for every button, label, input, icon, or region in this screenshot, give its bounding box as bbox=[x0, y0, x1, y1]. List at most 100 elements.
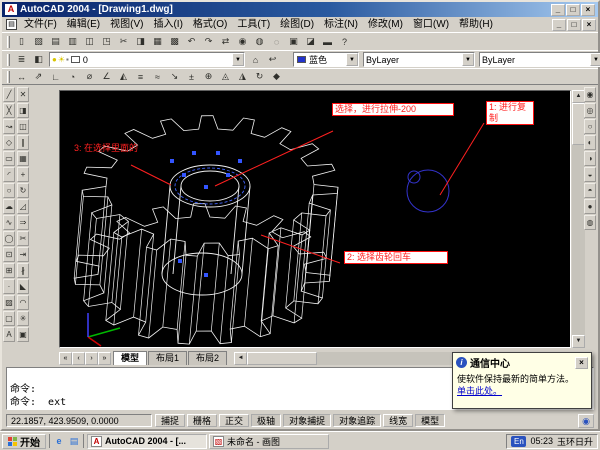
taskbar-task[interactable]: AAutoCAD 2004 - [... bbox=[87, 434, 207, 449]
popup-link[interactable]: 单击此处。 bbox=[457, 386, 502, 396]
draw-region-icon[interactable]: ▢ bbox=[3, 311, 15, 326]
dim-dim-diameter-icon[interactable]: ⌀ bbox=[81, 70, 98, 84]
menu-编辑(E)[interactable]: 编辑(E) bbox=[62, 18, 105, 32]
modify-fillet-icon[interactable]: ◠ bbox=[17, 295, 29, 310]
dim-dim-angular-icon[interactable]: ∠ bbox=[98, 70, 115, 84]
draw-polyline-icon[interactable]: ↝ bbox=[3, 119, 15, 134]
language-indicator[interactable]: En bbox=[511, 436, 526, 447]
view-camera-icon[interactable]: ◎ bbox=[584, 103, 596, 118]
layers-layer-previous-icon[interactable]: ↩ bbox=[264, 53, 281, 67]
menu-文件(F)[interactable]: 文件(F) bbox=[19, 18, 62, 32]
view-hidden-icon[interactable]: ◒ bbox=[584, 167, 596, 182]
chevron-down-icon[interactable]: ▼ bbox=[346, 53, 358, 66]
dim-dim-update-icon[interactable]: ↻ bbox=[251, 70, 268, 84]
status-toggle-模型[interactable]: 模型 bbox=[415, 414, 445, 427]
dim-dim-continue-icon[interactable]: ≈ bbox=[149, 70, 166, 84]
modify-stretch-icon[interactable]: ⇒ bbox=[17, 215, 29, 230]
maximize-button[interactable]: □ bbox=[566, 4, 580, 16]
toolbar-grip[interactable] bbox=[7, 36, 10, 48]
chevron-down-icon[interactable]: ▼ bbox=[232, 53, 244, 66]
status-toggle-正交[interactable]: 正交 bbox=[219, 414, 249, 427]
std-tool-palettes-icon[interactable]: ▬ bbox=[319, 35, 336, 49]
modify-offset-icon[interactable]: ∥ bbox=[17, 135, 29, 150]
tab-nav-3[interactable]: » bbox=[98, 352, 111, 365]
modify-move-icon[interactable]: + bbox=[17, 167, 29, 182]
layers-layers-icon[interactable]: ◧ bbox=[30, 53, 47, 67]
draw-construction-line-icon[interactable]: ╳ bbox=[3, 103, 15, 118]
modify-explode-icon[interactable]: ✳ bbox=[17, 311, 29, 326]
std-designcenter-icon[interactable]: ◪ bbox=[302, 35, 319, 49]
drawing-area[interactable]: 选择，进行拉伸-2001: 进行复制2: 选择齿轮回车3: 在选择里面的 bbox=[59, 90, 571, 348]
toolbar-grip[interactable] bbox=[7, 54, 10, 66]
tab-nav-1[interactable]: ‹ bbox=[72, 352, 85, 365]
toolbar-grip[interactable] bbox=[7, 71, 10, 83]
std-plot-preview-icon[interactable]: ◫ bbox=[81, 35, 98, 49]
quicklaunch-internet-explorer-icon[interactable]: e bbox=[52, 434, 66, 448]
draw-arc-icon[interactable]: ◜ bbox=[3, 167, 15, 182]
tab-布局1[interactable]: 布局1 bbox=[148, 351, 187, 365]
std-undo-icon[interactable]: ↶ bbox=[183, 35, 200, 49]
layers-layer-properties-manager-icon[interactable]: ≣ bbox=[13, 53, 30, 67]
view-shade-3d-icon[interactable]: ◑ bbox=[584, 151, 596, 166]
std-publish-icon[interactable]: ◳ bbox=[98, 35, 115, 49]
coordinates-display[interactable]: 22.1857, 423.9509, 0.0000 bbox=[6, 414, 152, 427]
tab-nav-0[interactable]: « bbox=[59, 352, 72, 365]
horizontal-scroll-thumb[interactable] bbox=[247, 352, 317, 365]
menu-帮助(H)[interactable]: 帮助(H) bbox=[454, 18, 498, 32]
view-flat-shaded-icon[interactable]: ◓ bbox=[584, 183, 596, 198]
std-cut-icon[interactable]: ✂ bbox=[115, 35, 132, 49]
dim-tolerance-icon[interactable]: ± bbox=[183, 70, 200, 84]
draw-make-block-icon[interactable]: ⊞ bbox=[3, 263, 15, 278]
dim-dim-ordinate-icon[interactable]: ∟ bbox=[47, 70, 64, 84]
status-toggle-对象捕捉[interactable]: 对象捕捉 bbox=[283, 414, 331, 427]
quicklaunch-show-desktop-icon[interactable]: ▤ bbox=[67, 434, 81, 448]
std-paste-icon[interactable]: ▦ bbox=[149, 35, 166, 49]
std-redo-icon[interactable]: ↷ bbox=[200, 35, 217, 49]
dim-quick-dimension-icon[interactable]: ◭ bbox=[115, 70, 132, 84]
std-open-icon[interactable]: ▧ bbox=[30, 35, 47, 49]
color-select[interactable]: 蓝色 ▼ bbox=[293, 52, 359, 67]
modify-rotate-icon[interactable]: ↻ bbox=[17, 183, 29, 198]
draw-spline-icon[interactable]: ∿ bbox=[3, 215, 15, 230]
dim-dim-text-edit-icon[interactable]: ◮ bbox=[234, 70, 251, 84]
child-minimize-button[interactable]: _ bbox=[552, 19, 566, 31]
modify-chamfer-icon[interactable]: ◣ bbox=[17, 279, 29, 294]
view-gouraud-shaded-icon[interactable]: ● bbox=[584, 199, 596, 214]
draw-line-icon[interactable]: ╱ bbox=[3, 87, 15, 102]
status-toggle-栅格[interactable]: 栅格 bbox=[187, 414, 217, 427]
chevron-down-icon[interactable]: ▼ bbox=[590, 53, 600, 66]
tab-布局2[interactable]: 布局2 bbox=[188, 351, 227, 365]
view-wireframe-icon[interactable]: ◍ bbox=[584, 215, 596, 230]
child-restore-button[interactable]: □ bbox=[567, 19, 581, 31]
close-button[interactable]: × bbox=[581, 4, 595, 16]
dim-dim-radius-icon[interactable]: ◔ bbox=[64, 70, 81, 84]
modify-trim-icon[interactable]: ✂ bbox=[17, 231, 29, 246]
menu-修改(M)[interactable]: 修改(M) bbox=[363, 18, 408, 32]
draw-hatch-icon[interactable]: ▨ bbox=[3, 295, 15, 310]
std-save-icon[interactable]: ▤ bbox=[47, 35, 64, 49]
layers-make-object-layer-current-icon[interactable]: ⌂ bbox=[247, 53, 264, 67]
std-zoom-realtime-icon[interactable]: ◉ bbox=[234, 35, 251, 49]
std-zoom-window-icon[interactable]: ◍ bbox=[251, 35, 268, 49]
std-zoom-previous-icon[interactable]: ◌ bbox=[268, 35, 285, 49]
status-toggle-对象追踪[interactable]: 对象追踪 bbox=[333, 414, 381, 427]
scroll-left-icon[interactable]: ◄ bbox=[234, 352, 247, 365]
minimize-button[interactable]: _ bbox=[551, 4, 565, 16]
modify-extend-icon[interactable]: ⇥ bbox=[17, 247, 29, 262]
std-help-icon[interactable]: ? bbox=[336, 35, 353, 49]
status-toggle-线宽[interactable]: 线宽 bbox=[383, 414, 413, 427]
status-toggle-极轴[interactable]: 极轴 bbox=[251, 414, 281, 427]
menu-视图(V)[interactable]: 视图(V) bbox=[105, 18, 148, 32]
view-3d-orbit-icon[interactable]: ◉ bbox=[584, 87, 596, 102]
modify-properties-modify-icon[interactable]: ▣ bbox=[17, 327, 29, 342]
title-bar[interactable]: A AutoCAD 2004 - [Drawing1.dwg] _□× bbox=[2, 2, 598, 17]
dim-dim-baseline-icon[interactable]: ≡ bbox=[132, 70, 149, 84]
draw-mtext-icon[interactable]: A bbox=[3, 327, 15, 342]
chevron-down-icon[interactable]: ▼ bbox=[462, 53, 474, 66]
dim-dim-aligned-icon[interactable]: ⇗ bbox=[30, 70, 47, 84]
view-shade-2d-icon[interactable]: ◐ bbox=[584, 135, 596, 150]
modify-break-icon[interactable]: ∦ bbox=[17, 263, 29, 278]
dim-dim-linear-icon[interactable]: ↔ bbox=[13, 70, 30, 84]
layer-select[interactable]: ●☀▪ 0 ▼ bbox=[49, 52, 245, 67]
std-plot-icon[interactable]: ▥ bbox=[64, 35, 81, 49]
